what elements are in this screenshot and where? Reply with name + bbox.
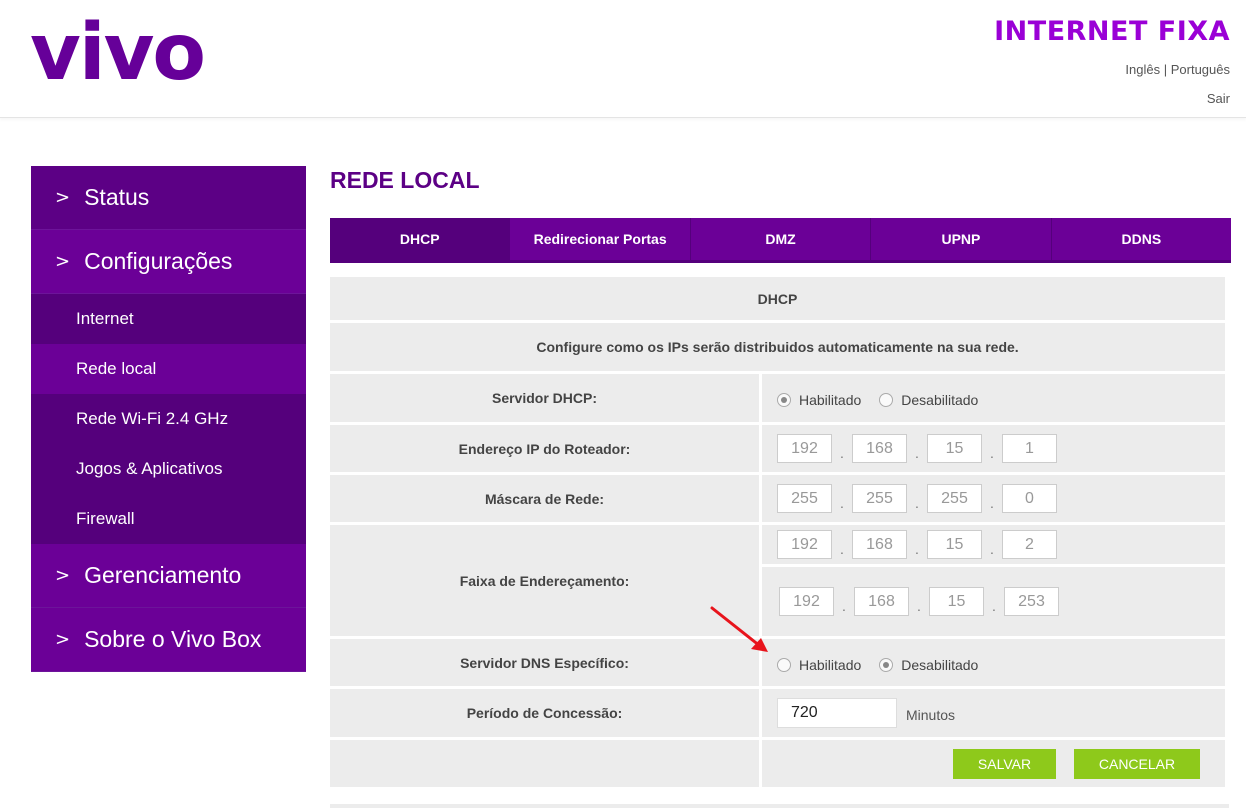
sidebar-item-gerenciamento[interactable]: > Gerenciamento <box>31 544 306 608</box>
sidebar-item-configuracoes[interactable]: > Configurações <box>31 230 306 294</box>
sidebar-item-label: Sobre o Vivo Box <box>84 626 262 652</box>
sidebar-item-label: Gerenciamento <box>84 562 242 588</box>
ip-octet-input[interactable]: 192 <box>777 434 832 463</box>
sidebar-sub-jogos[interactable]: Jogos & Aplicativos <box>31 444 306 494</box>
sidebar-item-sobre[interactable]: > Sobre o Vivo Box <box>31 608 306 672</box>
ip-octet-input[interactable]: 0 <box>1002 484 1057 513</box>
radio-label: Desabilitado <box>901 392 979 408</box>
tab-dmz[interactable]: DMZ <box>691 218 872 260</box>
sidebar-sub-firewall[interactable]: Firewall <box>31 494 306 544</box>
ip-octet-input[interactable]: 15 <box>927 434 982 463</box>
field-label: Endereço IP do Roteador: <box>330 425 762 472</box>
radio-label: Habilitado <box>799 392 862 408</box>
ip-octet-input[interactable]: 255 <box>852 484 907 513</box>
lang-english-link[interactable]: Inglês <box>1125 62 1160 77</box>
logout-link[interactable]: Sair <box>1207 91 1230 106</box>
radio-selected-icon <box>879 657 894 672</box>
ip-octet-input[interactable]: 15 <box>929 587 984 616</box>
ip-octet-input[interactable]: 192 <box>779 587 834 616</box>
sidebar-item-label: Status <box>84 184 150 210</box>
radio-selected-icon <box>777 393 791 407</box>
ip-octet-input[interactable]: 168 <box>852 434 907 463</box>
ip-octet-input[interactable]: 1 <box>1002 434 1057 463</box>
row-dhcp-server: Servidor DHCP: Habilitado Desabilitado <box>330 374 1225 425</box>
router-ip-input: 192 . 168 . 15 . 1 <box>777 434 1057 463</box>
chevron-right-icon: > <box>55 251 71 272</box>
row-router-ip: Endereço IP do Roteador: 192 . 168 . 15 … <box>330 425 1225 475</box>
tab-ddns[interactable]: DDNS <box>1052 218 1231 260</box>
ip-octet-input[interactable]: 255 <box>777 484 832 513</box>
dns-enabled-radio[interactable]: Habilitado <box>777 657 861 673</box>
dhcp-disabled-radio[interactable]: Desabilitado <box>879 392 978 408</box>
sidebar-item-status[interactable]: > Status <box>31 166 306 230</box>
chevron-right-icon: > <box>55 629 71 650</box>
save-button[interactable]: SALVAR <box>953 748 1056 779</box>
sidebar-sub-rede-local[interactable]: Rede local <box>31 344 306 394</box>
dhcp-enabled-radio[interactable]: Habilitado <box>777 392 861 408</box>
dhcp-panel: DHCP Configure como os IPs serão distrib… <box>330 277 1225 790</box>
lease-unit: Minutos <box>906 707 956 723</box>
ip-octet-input[interactable]: 255 <box>927 484 982 513</box>
row-lease: Período de Concessão: 720 Minutos <box>330 689 1225 740</box>
ip-octet-input[interactable]: 15 <box>927 530 982 559</box>
radio-label: Desabilitado <box>901 656 979 673</box>
sidebar: > Status > Configurações Internet Rede l… <box>31 166 306 672</box>
sidebar-sub-internet[interactable]: Internet <box>31 294 306 344</box>
lang-portuguese-link[interactable]: Português <box>1171 62 1230 77</box>
row-dns: Servidor DNS Específico: Habilitado Desa… <box>330 639 1225 689</box>
section-description: Configure como os IPs serão distribuidos… <box>330 323 1225 374</box>
header: vivo INTERNET FIXA Inglês | Português Sa… <box>0 0 1246 118</box>
ip-octet-input[interactable]: 168 <box>854 587 909 616</box>
ip-octet-input[interactable]: 168 <box>852 530 907 559</box>
next-section-edge <box>330 804 1229 808</box>
radio-label: Habilitado <box>799 656 862 673</box>
lang-separator: | <box>1160 62 1171 77</box>
section-title: DHCP <box>330 277 1225 323</box>
vivo-logo[interactable]: vivo <box>30 14 206 92</box>
row-mask: Máscara de Rede: 255 . 255 . 255 . 0 <box>330 475 1225 525</box>
chevron-right-icon: > <box>55 187 71 208</box>
field-label: Servidor DNS Específico: <box>330 639 762 686</box>
tab-redirecionar-portas[interactable]: Redirecionar Portas <box>510 218 691 260</box>
sidebar-item-label: Configurações <box>84 248 233 274</box>
cancel-button[interactable]: CANCELAR <box>1074 748 1200 779</box>
field-label: Máscara de Rede: <box>330 475 762 522</box>
radio-icon <box>777 657 791 672</box>
row-range: Faixa de Endereçamento: 192 . 168 . 15 .… <box>330 525 1225 639</box>
field-label: Faixa de Endereçamento: <box>330 525 762 636</box>
field-label: Servidor DHCP: <box>330 374 762 422</box>
ip-octet-input[interactable]: 2 <box>1002 530 1057 559</box>
page-title: REDE LOCAL <box>330 167 480 193</box>
lease-time-input[interactable]: 720 <box>777 698 897 728</box>
tab-dhcp[interactable]: DHCP <box>330 218 511 260</box>
tab-upnp[interactable]: UPNP <box>871 218 1052 260</box>
product-title: INTERNET FIXA <box>994 16 1230 47</box>
ip-octet-input[interactable]: 192 <box>777 530 832 559</box>
chevron-right-icon: > <box>55 565 71 586</box>
tab-bar: DHCP Redirecionar Portas DMZ UPNP DDNS <box>330 218 1231 263</box>
dns-disabled-radio[interactable]: Desabilitado <box>879 657 978 673</box>
field-label: Período de Concessão: <box>330 689 762 737</box>
language-switcher: Inglês | Português <box>1125 62 1230 77</box>
ip-octet-input[interactable]: 253 <box>1004 587 1059 616</box>
radio-icon <box>879 393 894 407</box>
row-actions: SALVAR CANCELAR <box>330 740 1225 790</box>
annotation-arrow-icon <box>710 606 768 652</box>
range-start-input: 192 . 168 . 15 . 2 <box>777 530 1057 559</box>
range-end-input: 192 . 168 . 15 . 253 <box>779 587 1059 616</box>
mask-input: 255 . 255 . 255 . 0 <box>777 484 1057 513</box>
sidebar-sub-wifi[interactable]: Rede Wi-Fi 2.4 GHz <box>31 394 306 444</box>
